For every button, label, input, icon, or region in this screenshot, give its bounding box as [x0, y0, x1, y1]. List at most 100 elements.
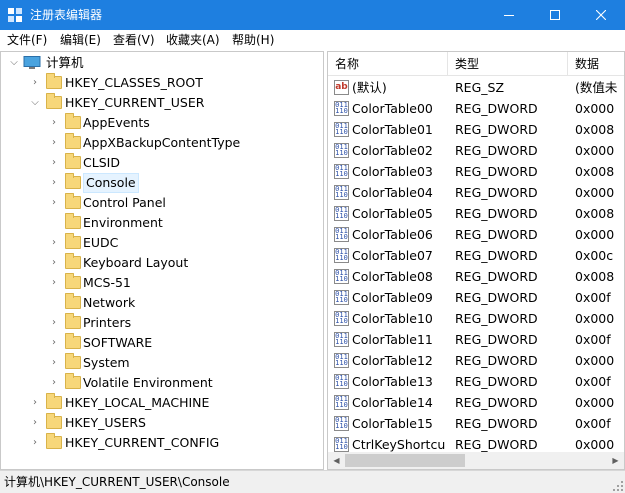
tree-label: HKEY_CURRENT_USER: [65, 95, 205, 110]
chevron-right-icon[interactable]: ›: [48, 273, 60, 293]
value-row[interactable]: 011 110 ColorTable05 REG_DWORD 0x008: [328, 203, 624, 224]
column-header-name[interactable]: 名称: [328, 52, 448, 76]
value-type: REG_DWORD: [455, 227, 538, 242]
menu-favorites[interactable]: 收藏夹(A): [166, 33, 220, 48]
chevron-right-icon[interactable]: [48, 213, 60, 233]
tree-label: Volatile Environment: [83, 375, 213, 390]
folder-icon: [65, 253, 81, 269]
chevron-right-icon[interactable]: ›: [48, 133, 60, 153]
value-row[interactable]: 011 110 ColorTable01 REG_DWORD 0x008: [328, 119, 624, 140]
menu-edit[interactable]: 编辑(E): [60, 33, 101, 48]
folder-icon: [65, 293, 81, 309]
folder-icon: [65, 113, 81, 129]
value-row[interactable]: 011 110 ColorTable14 REG_DWORD 0x000: [328, 392, 624, 413]
chevron-right-icon[interactable]: [48, 293, 60, 313]
tree-label: System: [83, 355, 130, 370]
chevron-right-icon[interactable]: ›: [48, 153, 60, 173]
value-row[interactable]: 011 110 ColorTable13 REG_DWORD 0x00f: [328, 371, 624, 392]
close-button[interactable]: [578, 0, 624, 30]
value-row[interactable]: 011 110 ColorTable10 REG_DWORD 0x000: [328, 308, 624, 329]
value-name: ColorTable07: [352, 248, 433, 263]
maximize-button[interactable]: [532, 0, 578, 30]
chevron-right-icon[interactable]: ›: [48, 373, 60, 393]
chevron-right-icon[interactable]: ›: [48, 253, 60, 273]
list-header: 名称 类型 数据: [328, 52, 624, 76]
value-name: ColorTable11: [352, 332, 433, 347]
computer-icon: [23, 56, 41, 69]
scroll-left-icon[interactable]: ◀: [328, 452, 345, 469]
chevron-right-icon[interactable]: ›: [48, 113, 60, 133]
folder-icon: [65, 353, 81, 369]
value-type: REG_DWORD: [455, 290, 538, 305]
horizontal-scrollbar[interactable]: ◀ ▶: [328, 452, 624, 469]
value-name: ColorTable01: [352, 122, 433, 137]
folder-icon: [46, 73, 62, 89]
chevron-down-icon[interactable]: ⌵: [29, 93, 41, 113]
menu-help[interactable]: 帮助(H): [232, 33, 274, 48]
chevron-right-icon[interactable]: ›: [48, 313, 60, 333]
resize-grip-icon[interactable]: [613, 481, 623, 491]
chevron-right-icon[interactable]: ›: [29, 393, 41, 413]
folder-icon: [46, 413, 62, 429]
value-data: 0x00f: [575, 332, 611, 347]
value-name: (默认): [352, 80, 387, 95]
tree-label: Network: [83, 295, 136, 310]
chevron-right-icon[interactable]: ›: [48, 353, 60, 373]
value-type: REG_DWORD: [455, 374, 538, 389]
binary-value-icon: 011 110: [334, 185, 349, 200]
folder-icon: [65, 153, 81, 169]
tree-label: HKEY_CURRENT_CONFIG: [65, 435, 220, 450]
value-data: (数值未: [575, 80, 618, 95]
value-row[interactable]: 011 110 ColorTable12 REG_DWORD 0x000: [328, 350, 624, 371]
value-data: 0x008: [575, 269, 615, 284]
key-tree[interactable]: ⌵ 计算机 › HKEY_CLASSES_ROOT ⌵ HKEY_CURRENT…: [0, 51, 324, 470]
value-row[interactable]: 011 110 ColorTable09 REG_DWORD 0x00f: [328, 287, 624, 308]
value-row[interactable]: 011 110 ColorTable06 REG_DWORD 0x000: [328, 224, 624, 245]
value-row[interactable]: 011 110 ColorTable00 REG_DWORD 0x000: [328, 98, 624, 119]
value-row[interactable]: ab (默认) REG_SZ (数值未: [328, 77, 624, 98]
value-row[interactable]: 011 110 ColorTable07 REG_DWORD 0x00c: [328, 245, 624, 266]
chevron-right-icon[interactable]: ›: [48, 173, 60, 193]
value-row[interactable]: 011 110 ColorTable03 REG_DWORD 0x008: [328, 161, 624, 182]
tree-label: HKEY_USERS: [65, 415, 146, 430]
value-type: REG_DWORD: [455, 353, 538, 368]
status-bar: 计算机\HKEY_CURRENT_USER\Console: [0, 470, 625, 493]
binary-value-icon: 011 110: [334, 311, 349, 326]
value-type: REG_DWORD: [455, 185, 538, 200]
menu-file[interactable]: 文件(F): [7, 33, 47, 48]
folder-icon: [65, 373, 81, 389]
minimize-button[interactable]: [486, 0, 532, 30]
chevron-right-icon[interactable]: ›: [29, 433, 41, 453]
folder-icon: [46, 433, 62, 449]
chevron-right-icon[interactable]: ›: [29, 73, 41, 93]
value-data: 0x008: [575, 122, 615, 137]
value-type: REG_DWORD: [455, 395, 538, 410]
tree-label: HKEY_CLASSES_ROOT: [65, 75, 203, 90]
value-name: ColorTable04: [352, 185, 433, 200]
folder-icon: [65, 213, 81, 229]
column-header-type[interactable]: 类型: [448, 52, 568, 76]
value-row[interactable]: 011 110 ColorTable02 REG_DWORD 0x000: [328, 140, 624, 161]
value-row[interactable]: 011 110 ColorTable15 REG_DWORD 0x00f: [328, 413, 624, 434]
column-header-data[interactable]: 数据: [568, 52, 624, 76]
title-bar[interactable]: 注册表编辑器: [0, 0, 625, 30]
menu-view[interactable]: 查看(V): [113, 33, 155, 48]
tree-label: Console: [83, 173, 139, 193]
chevron-right-icon[interactable]: ›: [29, 413, 41, 433]
binary-value-icon: 011 110: [334, 374, 349, 389]
value-name: ColorTable15: [352, 416, 433, 431]
value-type: REG_DWORD: [455, 143, 538, 158]
chevron-right-icon[interactable]: ›: [48, 193, 60, 213]
value-row[interactable]: 011 110 ColorTable11 REG_DWORD 0x00f: [328, 329, 624, 350]
chevron-down-icon[interactable]: ⌵: [8, 53, 20, 73]
scroll-right-icon[interactable]: ▶: [607, 452, 624, 469]
value-list[interactable]: 名称 类型 数据 ab (默认) REG_SZ (数值未 011 110 ColorTabl…: [327, 51, 625, 470]
binary-value-icon: 011 110: [334, 227, 349, 242]
value-type: REG_DWORD: [455, 269, 538, 284]
tree-label: AppXBackupContentType: [83, 135, 241, 150]
chevron-right-icon[interactable]: ›: [48, 233, 60, 253]
chevron-right-icon[interactable]: ›: [48, 333, 60, 353]
value-row[interactable]: 011 110 ColorTable08 REG_DWORD 0x008: [328, 266, 624, 287]
scrollbar-thumb[interactable]: [345, 454, 465, 467]
value-row[interactable]: 011 110 ColorTable04 REG_DWORD 0x000: [328, 182, 624, 203]
